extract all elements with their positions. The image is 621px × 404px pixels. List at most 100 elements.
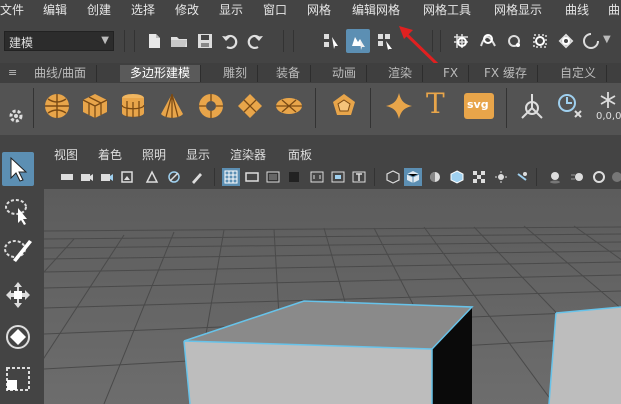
select-tool-button[interactable]	[2, 152, 34, 186]
anti-aliasing-icon[interactable]	[592, 170, 606, 184]
shadows-icon[interactable]	[515, 170, 529, 184]
snap-to-view-plane-icon[interactable]	[531, 32, 549, 50]
panel-menu-renderer[interactable]: 渲染器	[230, 146, 266, 163]
depth-of-field-icon[interactable]	[610, 170, 621, 184]
svg-tool-label: svg	[467, 98, 489, 111]
select-by-component-icon[interactable]	[376, 32, 394, 50]
platonic-solid-icon[interactable]	[329, 91, 359, 121]
redo-icon[interactable]	[246, 32, 264, 50]
panel-menu-view[interactable]: 视图	[54, 146, 78, 163]
safe-action-icon[interactable]	[331, 170, 345, 184]
gate-mask-icon[interactable]	[287, 170, 301, 184]
camera-select-icon[interactable]	[60, 170, 74, 184]
menu-edit-mesh[interactable]: 编辑网格	[352, 1, 400, 18]
snowflake-icon[interactable]	[598, 90, 618, 110]
toolbar-divider	[134, 30, 135, 52]
wireframe-on-shaded-icon[interactable]	[450, 170, 464, 184]
poly-cylinder-icon[interactable]	[118, 91, 148, 121]
svg-tool-button[interactable]: svg	[464, 93, 494, 119]
rotate-tool-icon[interactable]	[3, 322, 33, 352]
chevron-down-icon[interactable]: ▼	[603, 34, 611, 45]
grid-toggle-button[interactable]	[222, 168, 240, 186]
film-gate-icon[interactable]	[245, 170, 259, 184]
save-scene-icon[interactable]	[196, 32, 214, 50]
undo-icon[interactable]	[221, 32, 239, 50]
paint-select-icon[interactable]	[3, 234, 33, 264]
maya-window: 文件 编辑 创建 选择 修改 显示 窗口 网格 编辑网格 网格工具 网格显示 曲…	[0, 0, 621, 404]
poly-text-button[interactable]: T	[426, 88, 445, 120]
menu-window[interactable]: 窗口	[263, 1, 287, 18]
panel-menu-shading[interactable]: 着色	[98, 146, 122, 163]
panel-menu-lighting[interactable]: 照明	[142, 146, 166, 163]
2d-pan-zoom-icon[interactable]	[145, 170, 159, 184]
menu-file[interactable]: 文件	[0, 1, 24, 18]
pencil-icon[interactable]	[190, 170, 204, 184]
wireframe-icon[interactable]	[386, 170, 400, 184]
open-scene-icon[interactable]	[170, 32, 188, 50]
poly-cube-icon[interactable]	[80, 91, 110, 121]
snap-to-point-icon[interactable]	[505, 32, 523, 50]
snap-to-grid-icon[interactable]	[452, 32, 470, 50]
motion-blur-icon[interactable]	[570, 170, 584, 184]
toolbar-divider	[283, 30, 284, 52]
poly-cone-icon[interactable]	[157, 91, 187, 121]
use-all-lights-icon[interactable]	[494, 170, 508, 184]
tab-sculpting[interactable]: 雕刻	[213, 65, 259, 82]
poly-sphere-icon[interactable]	[42, 91, 72, 121]
shelf-divider	[370, 88, 371, 128]
tab-poly-modeling[interactable]: 多边形建模	[120, 65, 202, 82]
safe-title-icon[interactable]	[352, 170, 366, 184]
scale-tool-icon[interactable]	[3, 364, 33, 394]
panel-menu-show[interactable]: 显示	[186, 146, 210, 163]
make-live-icon[interactable]	[557, 32, 575, 50]
tab-animation[interactable]: 动画	[322, 65, 368, 82]
menu-mesh[interactable]: 网格	[307, 1, 331, 18]
bookmarks-icon[interactable]	[100, 170, 114, 184]
tab-rendering[interactable]: 渲染	[378, 65, 424, 82]
panel-menu-panels[interactable]: 面板	[288, 146, 312, 163]
menu-surfaces-truncated[interactable]: 曲	[608, 1, 620, 18]
menu-mesh-display[interactable]: 网格显示	[494, 1, 542, 18]
tab-rigging[interactable]: 装备	[266, 65, 312, 82]
menu-mesh-tools[interactable]: 网格工具	[423, 1, 471, 18]
image-plane-icon[interactable]	[120, 170, 134, 184]
menu-modify[interactable]: 修改	[175, 1, 199, 18]
grease-pencil-icon[interactable]	[167, 170, 181, 184]
poly-plane-icon[interactable]	[235, 91, 265, 121]
poly-disc-icon[interactable]	[274, 91, 304, 121]
snap-readout: 0,0,0	[596, 111, 621, 122]
sculpt-pivot-icon[interactable]	[517, 91, 547, 121]
shelf-divider	[315, 88, 316, 128]
symmetry-icon[interactable]	[582, 32, 600, 50]
menu-curves[interactable]: 曲线	[565, 1, 589, 18]
menu-create[interactable]: 创建	[87, 1, 111, 18]
tab-curves-surfaces[interactable]: 曲线/曲面	[24, 65, 98, 82]
super-shape-icon[interactable]	[384, 91, 414, 121]
time-clock-icon[interactable]	[555, 91, 585, 121]
tab-custom[interactable]: 自定义	[550, 65, 608, 82]
camera-attributes-icon[interactable]	[80, 170, 94, 184]
snap-to-curve-icon[interactable]	[479, 32, 497, 50]
tab-fx-caching[interactable]: FX 缓存	[474, 65, 538, 82]
field-chart-icon[interactable]	[310, 170, 324, 184]
menu-select[interactable]: 选择	[131, 1, 155, 18]
tab-fx[interactable]: FX	[433, 65, 470, 82]
menu-display[interactable]: 显示	[219, 1, 243, 18]
select-by-hierarchy-icon[interactable]	[322, 32, 340, 50]
move-tool-icon[interactable]	[3, 280, 33, 310]
perspective-viewport[interactable]	[44, 189, 621, 404]
resolution-gate-icon[interactable]	[266, 170, 280, 184]
shelf-settings-gear-icon[interactable]	[8, 108, 24, 124]
smooth-shade-button[interactable]	[404, 168, 422, 186]
lasso-select-icon[interactable]	[3, 196, 33, 226]
menu-set-dropdown[interactable]: 建模 ▼	[4, 31, 114, 51]
textured-icon[interactable]	[472, 170, 486, 184]
new-scene-icon[interactable]	[145, 32, 163, 50]
screen-space-ao-icon[interactable]	[548, 170, 562, 184]
select-by-object-type-button[interactable]	[346, 29, 370, 53]
panel-menu-bar: 视图 着色 照明 显示 渲染器 面板	[44, 143, 621, 165]
menu-edit[interactable]: 编辑	[43, 1, 67, 18]
shelf-menu-icon[interactable]: ≡	[8, 66, 17, 79]
default-material-icon[interactable]	[428, 170, 442, 184]
poly-torus-icon[interactable]	[196, 91, 226, 121]
